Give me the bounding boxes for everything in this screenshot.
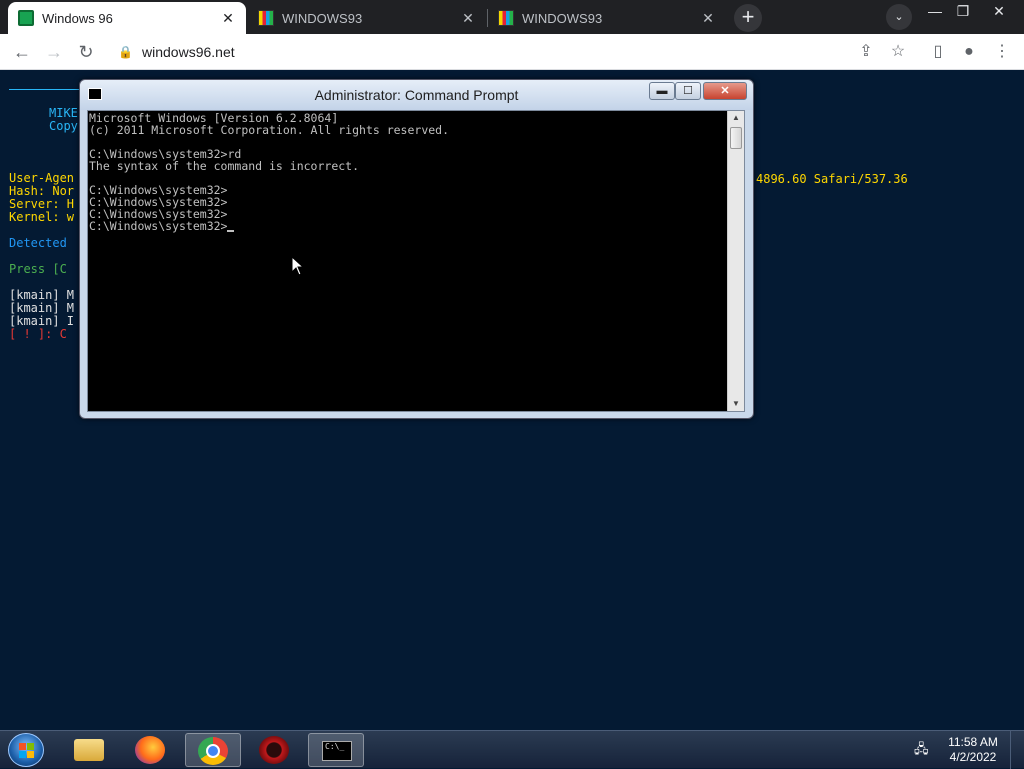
- windows-taskbar: C:\_ 🖧 11:58 AM 4/2/2022: [0, 730, 1024, 769]
- url-text[interactable]: windows96.net: [142, 44, 235, 60]
- separator-line: [9, 89, 79, 90]
- command-prompt-window[interactable]: Administrator: Command Prompt ▬ ☐ ✕ Micr…: [79, 79, 754, 419]
- taskbar-command-prompt[interactable]: C:\_: [308, 733, 364, 767]
- tab-close-icon[interactable]: ✕: [220, 10, 236, 26]
- scroll-down-icon[interactable]: ▼: [728, 397, 744, 411]
- taskbar-firefox[interactable]: [123, 733, 179, 767]
- show-desktop-button[interactable]: [1010, 731, 1024, 769]
- browser-tab-strip: Windows 96 ✕ WINDOWS93 ✕ WINDOWS93 ✕ + ⌄…: [0, 0, 1024, 34]
- network-icon[interactable]: 🖧: [914, 741, 932, 757]
- tab-windows93-1[interactable]: WINDOWS93 ✕: [248, 2, 486, 34]
- folder-icon: [74, 739, 104, 761]
- tab-close-icon[interactable]: ✕: [700, 10, 716, 26]
- mouse-pointer-icon: [291, 256, 305, 276]
- window-close-button[interactable]: ✕: [984, 0, 1014, 24]
- cmd-close-button[interactable]: ✕: [703, 82, 747, 100]
- cmd-output-line: (c) 2011 Microsoft Corporation. All righ…: [89, 123, 450, 137]
- window-minimize-button[interactable]: —: [920, 0, 950, 24]
- cmd-scrollbar[interactable]: ▲ ▼: [727, 111, 744, 411]
- bookmark-star-icon[interactable]: ☆: [886, 40, 910, 64]
- reload-button[interactable]: ↻: [72, 38, 100, 66]
- cmd-output-line: The syntax of the command is incorrect.: [89, 159, 360, 173]
- text-cursor: [227, 230, 235, 232]
- taskbar-virus-app[interactable]: [247, 733, 303, 767]
- press-key-line: Press [C: [9, 262, 67, 276]
- chrome-menu-icon[interactable]: ⋮: [990, 40, 1014, 64]
- cmd-output: Microsoft Windows [Version 6.2.8064] (c) …: [89, 112, 727, 232]
- cmd-maximize-button[interactable]: ☐: [675, 82, 701, 100]
- share-icon[interactable]: ⇪: [854, 40, 878, 64]
- cmd-titlebar[interactable]: Administrator: Command Prompt ▬ ☐ ✕: [80, 80, 753, 110]
- tab-title: Windows 96: [42, 10, 113, 26]
- side-panel-icon[interactable]: ▯: [926, 40, 950, 64]
- cmd-output-line: C:\Windows\system32>: [89, 220, 727, 232]
- lock-icon[interactable]: 🔒: [118, 45, 133, 59]
- cmd-minimize-button[interactable]: ▬: [649, 82, 675, 100]
- virus-app-icon: [259, 736, 289, 764]
- window-restore-button[interactable]: ❐: [948, 0, 978, 24]
- back-button[interactable]: ←: [8, 38, 36, 66]
- cmd-app-icon: C:\_: [322, 741, 352, 761]
- start-button[interactable]: [8, 733, 44, 767]
- detected-line: Detected: [9, 236, 67, 250]
- taskbar-chrome[interactable]: [185, 733, 241, 767]
- tab-close-icon[interactable]: ✕: [460, 10, 476, 26]
- header-line: Copy: [49, 119, 78, 133]
- clock-time: 11:58 AM: [948, 735, 998, 749]
- info-line: Kernel: w: [9, 210, 75, 224]
- user-agent-text: 4896.60 Safari/537.36: [756, 172, 908, 186]
- scroll-thumb[interactable]: [730, 127, 742, 149]
- windows93-favicon-icon: [498, 10, 514, 26]
- new-tab-button[interactable]: +: [734, 4, 762, 32]
- tray-clock[interactable]: 11:58 AM 4/2/2022: [942, 735, 1004, 765]
- cmd-console[interactable]: Microsoft Windows [Version 6.2.8064] (c) …: [87, 110, 745, 412]
- firefox-icon: [135, 736, 165, 764]
- clock-date: 4/2/2022: [949, 750, 997, 764]
- error-line: [ ! ]: C: [9, 327, 67, 341]
- tab-title: WINDOWS93: [522, 10, 603, 26]
- address-bar[interactable]: 🔒 windows96.net: [110, 37, 920, 67]
- windows96-favicon-icon: [18, 10, 34, 26]
- tab-windows96[interactable]: Windows 96 ✕: [8, 2, 246, 34]
- taskbar-file-explorer[interactable]: [62, 733, 118, 767]
- tab-title: WINDOWS93: [282, 10, 363, 26]
- profile-avatar-icon[interactable]: ●: [957, 40, 981, 64]
- chrome-icon: [198, 737, 228, 765]
- forward-button[interactable]: →: [40, 38, 68, 66]
- windows93-favicon-icon: [258, 10, 274, 26]
- tab-search-button[interactable]: ⌄: [886, 4, 912, 30]
- tab-windows93-2[interactable]: WINDOWS93 ✕: [488, 2, 726, 34]
- scroll-up-icon[interactable]: ▲: [728, 111, 744, 125]
- windows-logo-icon: [19, 743, 35, 759]
- browser-toolbar: ← → ↻ 🔒 windows96.net ⇪ ☆ ▯ ● ⋮: [0, 34, 1024, 70]
